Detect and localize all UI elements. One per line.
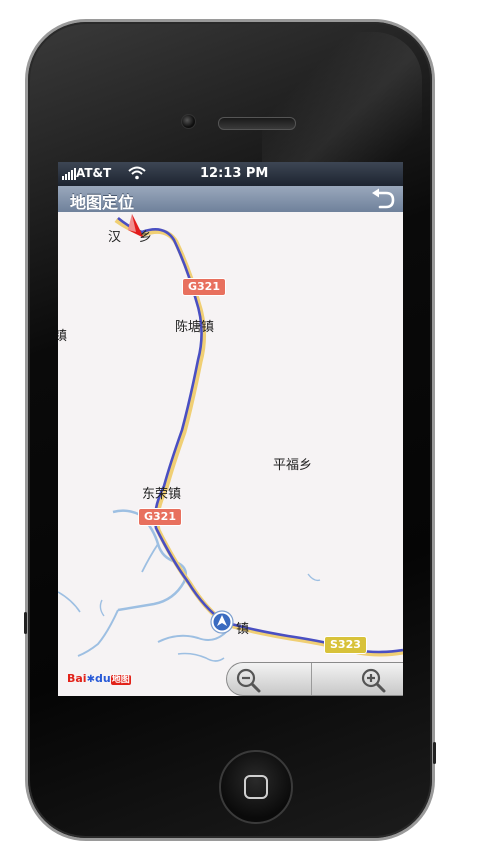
place-pingfu: 平福乡 (273, 458, 313, 473)
home-square-icon (244, 775, 268, 799)
place-left-edge: 镇 (58, 329, 68, 344)
home-button[interactable] (219, 750, 293, 824)
place-bottom-town: 镇 (236, 622, 250, 637)
road-shield-g321-bottom: G321 (138, 508, 182, 526)
zoom-control (226, 662, 403, 696)
navigation-bar: 地图定位 (58, 186, 403, 213)
status-time: 12:13 PM (200, 166, 269, 181)
map-view[interactable]: 汉乡 陈塘镇 镇 平福乡 东荣镇 镇 G321 G321 S323 Bai✱du… (58, 212, 403, 696)
page-title: 地图定位 (70, 193, 135, 212)
phone-sheen (262, 32, 422, 162)
back-button[interactable] (369, 188, 397, 210)
side-button (433, 742, 436, 764)
phone-screen: AT&T 12:13 PM 地图定位 汉 乡 陈塘镇 镇 平福乡 东荣镇 镇 G… (58, 162, 403, 696)
map-canvas (58, 212, 403, 696)
paw-icon: ✱ (86, 674, 95, 685)
status-bar: AT&T 12:13 PM (58, 162, 403, 186)
volume-button (24, 612, 27, 634)
front-camera (181, 114, 196, 129)
back-arrow-icon (372, 188, 395, 209)
zoom-in-button[interactable] (311, 663, 395, 695)
zoom-in-icon (361, 668, 386, 693)
earpiece-speaker (218, 117, 296, 130)
place-chentang: 陈塘镇 (175, 320, 215, 335)
place-dongsheng: 东荣镇 (142, 487, 182, 502)
carrier-label: AT&T (76, 166, 112, 180)
wifi-icon (128, 166, 146, 180)
current-location-arrow-icon (210, 610, 234, 634)
zoom-out-button[interactable] (227, 663, 312, 695)
road-shield-s323: S323 (324, 636, 367, 654)
road-shield-g321-top: G321 (182, 278, 226, 296)
baidu-map-logo: Bai✱du地图 (67, 672, 131, 685)
place-han: 汉乡 (108, 230, 153, 245)
zoom-out-icon (236, 668, 261, 693)
